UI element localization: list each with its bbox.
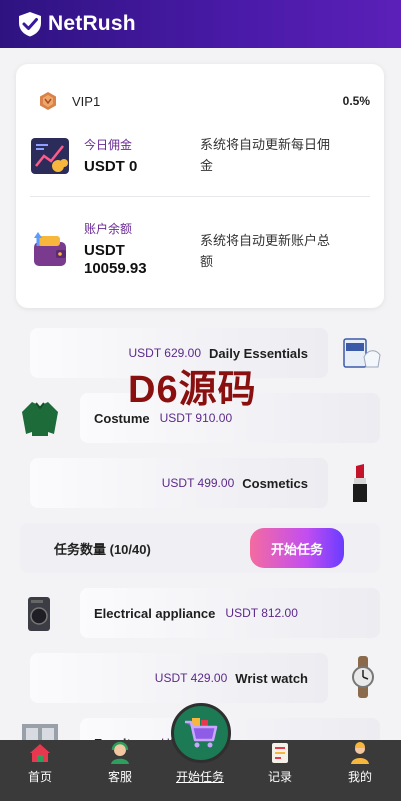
vip-row: VIP1 0.5% (38, 90, 370, 112)
card-divider (30, 196, 370, 197)
product-price: USDT 910.00 (159, 411, 233, 425)
tab-records[interactable]: 记录 (240, 740, 320, 801)
tab-label: 记录 (267, 770, 292, 784)
balance-title: 账户余额 (84, 222, 133, 236)
product-name: Cosmetics (242, 475, 308, 491)
vip-level: VIP1 (72, 93, 101, 109)
today-commission-note: 系统将自动更新每日佣金 (200, 137, 331, 173)
balance-value: USDT 10059.93 (84, 242, 147, 277)
shield-logo-icon (19, 12, 41, 37)
today-commission-title: 今日佣金 (84, 138, 133, 152)
vip-badge-icon (40, 92, 56, 110)
product-strip[interactable]: USDT 429.00 Wrist watch (30, 653, 328, 703)
profile-icon (351, 742, 369, 764)
start-task-fab[interactable] (171, 703, 231, 763)
support-agent-icon (111, 741, 129, 764)
brand-name: NetRush (48, 12, 136, 35)
sweater-icon (22, 402, 58, 436)
product-price: USDT 812.00 (225, 606, 298, 620)
product-strip[interactable]: USDT 499.00 Cosmetics (30, 458, 328, 508)
account-summary-card: VIP1 0.5% 今日佣金 USDT 0 系统将自动更新每日佣金 账户余额 U… (16, 64, 384, 308)
tab-label: 首页 (27, 770, 52, 784)
wrist-watch-icon (352, 656, 374, 698)
tab-profile[interactable]: 我的 (320, 740, 400, 801)
records-icon (272, 743, 288, 763)
tab-label: 开始任务 (175, 770, 224, 784)
balance-note: 系统将自动更新账户总额 (200, 233, 331, 269)
tab-support[interactable]: 客服 (80, 740, 160, 801)
wallet-icon (34, 232, 66, 266)
start-task-button[interactable]: 开始任务 (250, 528, 344, 568)
tab-label: 我的 (347, 770, 372, 784)
tab-label: 客服 (107, 770, 132, 784)
watermark-text: D6源码 (128, 369, 257, 411)
product-name: Wrist watch (235, 670, 308, 686)
task-count: 任务数量 (10/40) (54, 541, 151, 557)
today-commission: 今日佣金 USDT 0 系统将自动更新每日佣金 (30, 136, 370, 186)
home-icon (30, 744, 50, 762)
product-name: Electrical appliance (94, 605, 216, 621)
lipstick-icon (353, 464, 367, 502)
product-price: USDT 499.00 (161, 476, 235, 490)
product-name: Costume (94, 410, 150, 426)
shopping-cart-icon (185, 718, 218, 748)
account-balance: 账户余额 USDT 10059.93 系统将自动更新账户总额 (30, 220, 370, 284)
app-header: NetRush (0, 0, 401, 48)
task-row: 任务数量 (10/40) 开始任务 (20, 523, 380, 573)
product-strip[interactable]: Electrical appliance USDT 812.00 (80, 588, 380, 638)
tab-home[interactable]: 首页 (0, 740, 80, 801)
washing-machine-icon (28, 597, 50, 631)
commission-chart-icon (31, 138, 69, 174)
product-price: USDT 429.00 (154, 671, 228, 685)
gloves-box-icon (343, 338, 381, 368)
commission-rate: 0.5% (342, 94, 370, 108)
today-commission-value: USDT 0 (84, 158, 138, 175)
